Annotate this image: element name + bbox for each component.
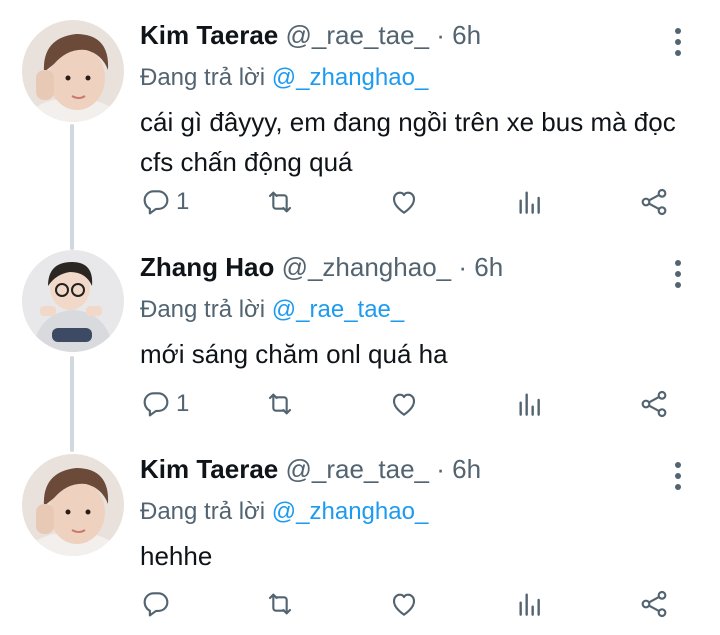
tweet-header: Kim Taerae @_rae_tae_ · 6h xyxy=(140,18,481,52)
avatar[interactable] xyxy=(22,454,124,556)
views-button[interactable] xyxy=(514,180,546,224)
more-vertical-icon[interactable] xyxy=(666,22,690,62)
reply-button[interactable] xyxy=(140,582,176,626)
retweet-icon xyxy=(264,388,296,420)
retweet-icon xyxy=(264,588,296,620)
analytics-icon xyxy=(514,588,546,620)
views-button[interactable] xyxy=(514,382,546,426)
analytics-icon xyxy=(514,186,546,218)
tweet-actions xyxy=(140,582,700,626)
separator: · xyxy=(436,454,445,484)
timestamp[interactable]: 6h xyxy=(452,20,481,50)
retweet-icon xyxy=(264,186,296,218)
reply-count: 1 xyxy=(176,390,190,417)
avatar[interactable] xyxy=(22,250,124,352)
retweet-button[interactable] xyxy=(264,582,296,626)
tweet-actions: 1 xyxy=(140,180,700,224)
mention-link[interactable]: @_zhanghao_ xyxy=(272,64,429,91)
tweet-text: mới sáng chăm onl quá ha xyxy=(140,339,448,369)
like-button[interactable] xyxy=(388,382,420,426)
reply-button[interactable]: 1 xyxy=(140,180,189,224)
heart-icon xyxy=(388,186,420,218)
share-button[interactable] xyxy=(638,382,670,426)
reply-count: 1 xyxy=(176,188,190,215)
display-name[interactable]: Zhang Hao xyxy=(140,252,274,282)
tweet-text: hehhe xyxy=(140,541,213,571)
replying-to: Đang trả lời @_zhanghao_ xyxy=(140,496,428,528)
replying-to-label: Đang trả lời xyxy=(140,64,266,91)
mention-link[interactable]: @_zhanghao_ xyxy=(272,498,429,525)
like-button[interactable] xyxy=(388,180,420,224)
more-vertical-icon[interactable] xyxy=(666,456,690,496)
views-button[interactable] xyxy=(514,582,546,626)
tweet-actions: 1 xyxy=(140,382,700,426)
share-button[interactable] xyxy=(638,582,670,626)
tweet-header: Zhang Hao @_zhanghao_ · 6h xyxy=(140,250,503,284)
mention-link[interactable]: @_rae_tae_ xyxy=(272,296,404,323)
user-handle[interactable]: @_zhanghao_ xyxy=(282,252,452,282)
user-handle[interactable]: @_rae_tae_ xyxy=(286,20,430,50)
display-name[interactable]: Kim Taerae xyxy=(140,454,278,484)
replying-to: Đang trả lời @_rae_tae_ xyxy=(140,294,404,326)
retweet-button[interactable] xyxy=(264,180,296,224)
reply-icon xyxy=(140,186,172,218)
share-icon xyxy=(638,388,670,420)
reply-button[interactable]: 1 xyxy=(140,382,189,426)
separator: · xyxy=(458,252,468,282)
tweet[interactable]: Zhang Hao @_zhanghao_ · 6h Đang trả lời … xyxy=(0,244,720,444)
timestamp[interactable]: 6h xyxy=(474,252,503,282)
display-name[interactable]: Kim Taerae xyxy=(140,20,278,50)
more-vertical-icon[interactable] xyxy=(666,254,690,294)
share-icon xyxy=(638,186,670,218)
tweet[interactable]: Kim Taerae @_rae_tae_ · 6h Đang trả lời … xyxy=(0,446,720,635)
retweet-button[interactable] xyxy=(264,382,296,426)
heart-icon xyxy=(388,388,420,420)
timestamp[interactable]: 6h xyxy=(452,454,481,484)
heart-icon xyxy=(388,588,420,620)
tweet-text: cái gì đâyyy, em đang ngồi trên xe bus m… xyxy=(140,107,676,177)
replying-to-label: Đang trả lời xyxy=(140,498,266,525)
avatar[interactable] xyxy=(22,20,124,122)
replying-to: Đang trả lời @_zhanghao_ xyxy=(140,62,428,94)
share-button[interactable] xyxy=(638,180,670,224)
like-button[interactable] xyxy=(388,582,420,626)
reply-icon xyxy=(140,388,172,420)
tweet[interactable]: Kim Taerae @_rae_tae_ · 6h Đang trả lời … xyxy=(0,12,720,232)
reply-icon xyxy=(140,588,172,620)
replying-to-label: Đang trả lời xyxy=(140,296,266,323)
analytics-icon xyxy=(514,388,546,420)
user-handle[interactable]: @_rae_tae_ xyxy=(286,454,430,484)
separator: · xyxy=(436,20,445,50)
share-icon xyxy=(638,588,670,620)
tweet-header: Kim Taerae @_rae_tae_ · 6h xyxy=(140,452,481,486)
